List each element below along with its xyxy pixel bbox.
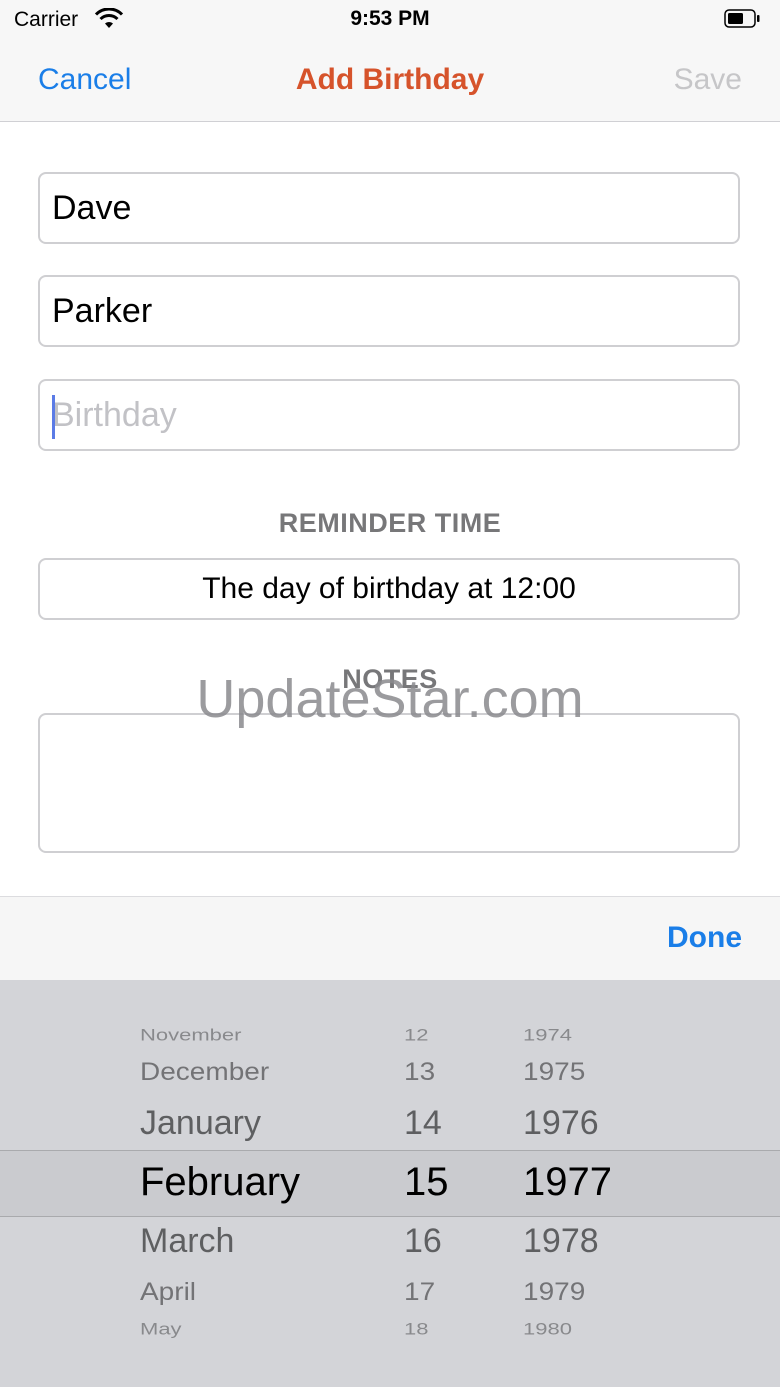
- picker-month-item[interactable]: January: [140, 1104, 261, 1143]
- picker-year-item[interactable]: 1975: [523, 1058, 585, 1086]
- navigation-bar: Cancel Add Birthday Save: [0, 40, 780, 122]
- date-picker[interactable]: November December January February March…: [0, 980, 780, 1387]
- first-name-field[interactable]: Dave: [38, 172, 740, 244]
- last-name-field[interactable]: Parker: [38, 275, 740, 347]
- picker-month-item[interactable]: December: [140, 1058, 269, 1086]
- picker-day-item[interactable]: 12: [404, 1025, 428, 1045]
- picker-day-selected[interactable]: 15: [404, 1160, 449, 1205]
- picker-day-item[interactable]: 17: [404, 1278, 435, 1306]
- picker-year-item[interactable]: 1980: [523, 1319, 572, 1339]
- watermark: UpdateStar.com: [196, 669, 584, 729]
- birthday-placeholder: Birthday: [52, 396, 177, 434]
- picker-toolbar: Done: [0, 896, 780, 981]
- picker-year-selected[interactable]: 1977: [523, 1160, 612, 1205]
- text-caret: [52, 395, 55, 439]
- birthday-field[interactable]: Birthday: [38, 379, 740, 451]
- save-button[interactable]: Save: [674, 63, 742, 97]
- page-title: Add Birthday: [295, 63, 485, 96]
- picker-year-item[interactable]: 1979: [523, 1278, 585, 1306]
- status-time: 9:53 PM: [350, 7, 430, 30]
- picker-year-item[interactable]: 1976: [523, 1104, 599, 1143]
- picker-selection-band: [0, 1150, 780, 1217]
- picker-month-item[interactable]: April: [140, 1278, 196, 1306]
- battery-icon: [724, 9, 760, 28]
- done-button[interactable]: Done: [667, 921, 742, 955]
- picker-year-item[interactable]: 1974: [523, 1025, 572, 1045]
- picker-month-item[interactable]: May: [140, 1319, 182, 1339]
- picker-year-item[interactable]: 1978: [523, 1222, 599, 1261]
- status-bar: Carrier 9:53 PM: [0, 0, 780, 40]
- picker-month-item[interactable]: November: [140, 1025, 241, 1045]
- picker-day-item[interactable]: 14: [404, 1104, 442, 1143]
- reminder-time-button[interactable]: The day of birthday at 12:00: [38, 558, 740, 620]
- picker-month-item[interactable]: March: [140, 1222, 234, 1261]
- notes-textarea[interactable]: [38, 713, 740, 853]
- picker-day-item[interactable]: 13: [404, 1058, 435, 1086]
- picker-month-selected[interactable]: February: [140, 1160, 300, 1205]
- picker-day-item[interactable]: 16: [404, 1222, 442, 1261]
- picker-day-item[interactable]: 18: [404, 1319, 428, 1339]
- reminder-time-label: REMINDER TIME: [278, 508, 502, 538]
